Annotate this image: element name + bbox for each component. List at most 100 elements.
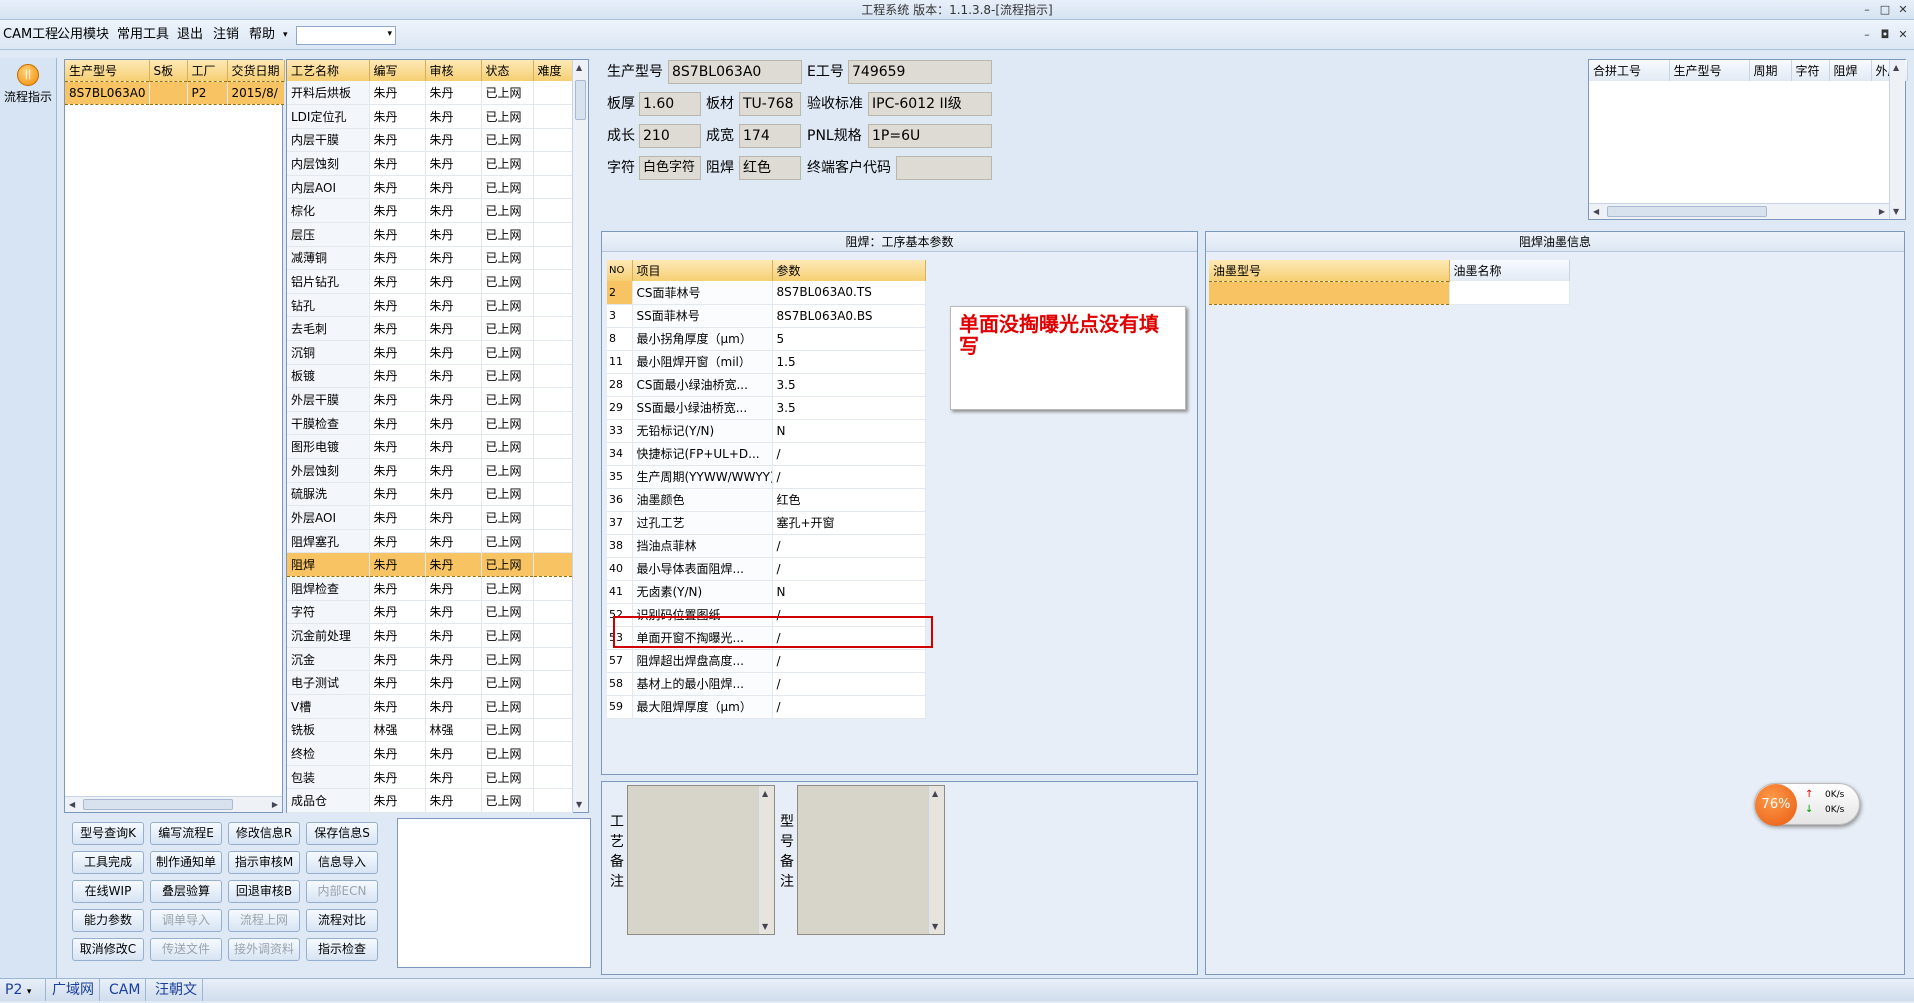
process-cell[interactable]: 层压: [287, 222, 370, 247]
process-row[interactable]: LDI定位孔 朱丹 朱丹 已上网: [287, 104, 573, 129]
process-cell[interactable]: 朱丹: [369, 788, 426, 813]
col-factory[interactable]: 工厂: [187, 60, 228, 81]
help-dropdown-icon[interactable]: ▾: [280, 20, 291, 50]
order-cell[interactable]: [149, 80, 188, 105]
action-button[interactable]: 编写流程E: [150, 822, 222, 845]
process-cell[interactable]: 已上网: [481, 458, 534, 483]
param-cell[interactable]: 基材上的最小阻焊...: [632, 672, 773, 696]
process-cell[interactable]: 沉金: [287, 647, 370, 672]
param-cell[interactable]: 37: [607, 511, 633, 535]
model-field[interactable]: 8S7BL063A0: [668, 60, 802, 84]
col-difficulty[interactable]: 难度: [533, 60, 573, 81]
process-cell[interactable]: 朱丹: [369, 600, 426, 625]
pnl-field[interactable]: 1P=6U: [868, 124, 992, 148]
param-cell[interactable]: SS面最小绿油桥宽...: [632, 396, 773, 420]
menu-help[interactable]: 帮助: [246, 20, 278, 50]
process-cell[interactable]: [533, 670, 573, 695]
action-button[interactable]: 回退审核B: [228, 880, 300, 903]
param-cell[interactable]: 41: [607, 580, 633, 604]
process-cell[interactable]: [533, 104, 573, 129]
action-button[interactable]: 指示审核M: [228, 851, 300, 874]
process-cell[interactable]: 阻焊检查: [287, 576, 370, 601]
process-cell[interactable]: 朱丹: [369, 198, 426, 224]
scroll-down-icon[interactable]: ▼: [762, 922, 768, 931]
process-cell[interactable]: 朱丹: [369, 175, 426, 200]
process-cell[interactable]: 已上网: [481, 623, 534, 648]
process-cell[interactable]: [533, 222, 573, 247]
process-cell[interactable]: 朱丹: [369, 222, 426, 247]
process-cell[interactable]: 已上网: [481, 387, 534, 412]
process-cell[interactable]: 已上网: [481, 222, 534, 247]
remarks-vscroll[interactable]: ▲ ▼: [758, 786, 774, 934]
process-cell[interactable]: 朱丹: [369, 246, 426, 271]
process-cell[interactable]: 钻孔: [287, 293, 370, 318]
process-cell[interactable]: 朱丹: [425, 104, 482, 129]
process-row[interactable]: 成品仓 朱丹 朱丹 已上网: [287, 788, 573, 813]
status-network[interactable]: 广域网: [47, 979, 100, 1001]
process-cell[interactable]: 已上网: [481, 434, 534, 459]
remarks-vscroll[interactable]: ▲ ▼: [928, 786, 944, 934]
process-cell[interactable]: 朱丹: [425, 246, 482, 271]
process-cell[interactable]: [533, 246, 573, 271]
param-cell[interactable]: CS面菲林号: [632, 281, 773, 305]
width-field[interactable]: 174: [739, 124, 801, 148]
process-cell[interactable]: 终检: [287, 741, 370, 766]
process-cell[interactable]: 已上网: [481, 482, 534, 507]
param-cell[interactable]: 38: [607, 534, 633, 558]
process-row[interactable]: 外层AOI 朱丹 朱丹 已上网: [287, 505, 573, 530]
process-cell[interactable]: 朱丹: [369, 340, 426, 365]
mdi-minimize-button[interactable]: –: [1858, 27, 1876, 43]
action-button[interactable]: 传送文件: [150, 938, 222, 961]
process-cell[interactable]: [533, 364, 573, 389]
process-cell[interactable]: 沉金前处理: [287, 623, 370, 648]
param-cell[interactable]: /: [772, 442, 926, 466]
process-row[interactable]: V槽 朱丹 朱丹 已上网: [287, 694, 573, 719]
process-cell[interactable]: 字符: [287, 600, 370, 625]
character-field[interactable]: 白色字符: [639, 156, 701, 180]
param-cell[interactable]: 5: [772, 327, 926, 351]
process-cell[interactable]: 朱丹: [369, 552, 426, 577]
action-button[interactable]: 修改信息R: [228, 822, 300, 845]
param-cell[interactable]: /: [772, 465, 926, 489]
process-row[interactable]: 外层干膜 朱丹 朱丹 已上网: [287, 387, 573, 412]
col-param[interactable]: 参数: [772, 260, 926, 281]
action-button[interactable]: 在线WIP: [72, 880, 144, 903]
param-row[interactable]: 29 SS面最小绿油桥宽... 3.5: [607, 396, 926, 420]
menu-exit[interactable]: 退出: [174, 20, 206, 50]
process-cell[interactable]: [533, 411, 573, 436]
param-row[interactable]: 37 过孔工艺 塞孔+开窗: [607, 511, 926, 535]
col-status[interactable]: 状态: [481, 60, 534, 81]
param-cell[interactable]: /: [772, 672, 926, 696]
process-row[interactable]: 字符 朱丹 朱丹 已上网: [287, 600, 573, 625]
process-cell[interactable]: 朱丹: [425, 81, 482, 106]
process-cell[interactable]: 已上网: [481, 694, 534, 719]
process-cell[interactable]: [533, 505, 573, 530]
process-cell[interactable]: 朱丹: [369, 81, 426, 106]
process-cell[interactable]: 林强: [425, 718, 482, 743]
process-cell[interactable]: 朱丹: [425, 340, 482, 365]
param-cell[interactable]: 8S7BL063A0.BS: [772, 304, 926, 328]
process-cell[interactable]: 已上网: [481, 198, 534, 224]
param-row[interactable]: 58 基材上的最小阻焊... /: [607, 672, 926, 696]
col-process-name[interactable]: 工艺名称: [287, 60, 370, 81]
process-cell[interactable]: 外层AOI: [287, 505, 370, 530]
process-cell[interactable]: 已上网: [481, 647, 534, 672]
process-cell[interactable]: 外层干膜: [287, 387, 370, 412]
param-cell[interactable]: 油墨颜色: [632, 488, 773, 512]
param-cell[interactable]: 快捷标记(FP+UL+D...: [632, 442, 773, 466]
param-cell[interactable]: 1.5: [772, 350, 926, 374]
process-row[interactable]: 阻焊检查 朱丹 朱丹 已上网: [287, 576, 573, 601]
process-cell[interactable]: 已上网: [481, 293, 534, 318]
param-cell[interactable]: 3.5: [772, 396, 926, 420]
process-cell[interactable]: 朱丹: [425, 694, 482, 719]
param-cell[interactable]: N: [772, 419, 926, 443]
param-cell[interactable]: 28: [607, 373, 633, 397]
menu-combo[interactable]: ▾: [296, 26, 396, 45]
process-cell[interactable]: 阻焊塞孔: [287, 529, 370, 554]
param-row[interactable]: 3 SS面菲林号 8S7BL063A0.BS: [607, 304, 926, 328]
process-cell[interactable]: 朱丹: [425, 576, 482, 601]
process-cell[interactable]: [533, 387, 573, 412]
param-cell[interactable]: 8S7BL063A0.TS: [772, 281, 926, 305]
param-cell[interactable]: 最小拐角厚度（μm）: [632, 327, 773, 351]
process-cell[interactable]: [533, 81, 573, 106]
